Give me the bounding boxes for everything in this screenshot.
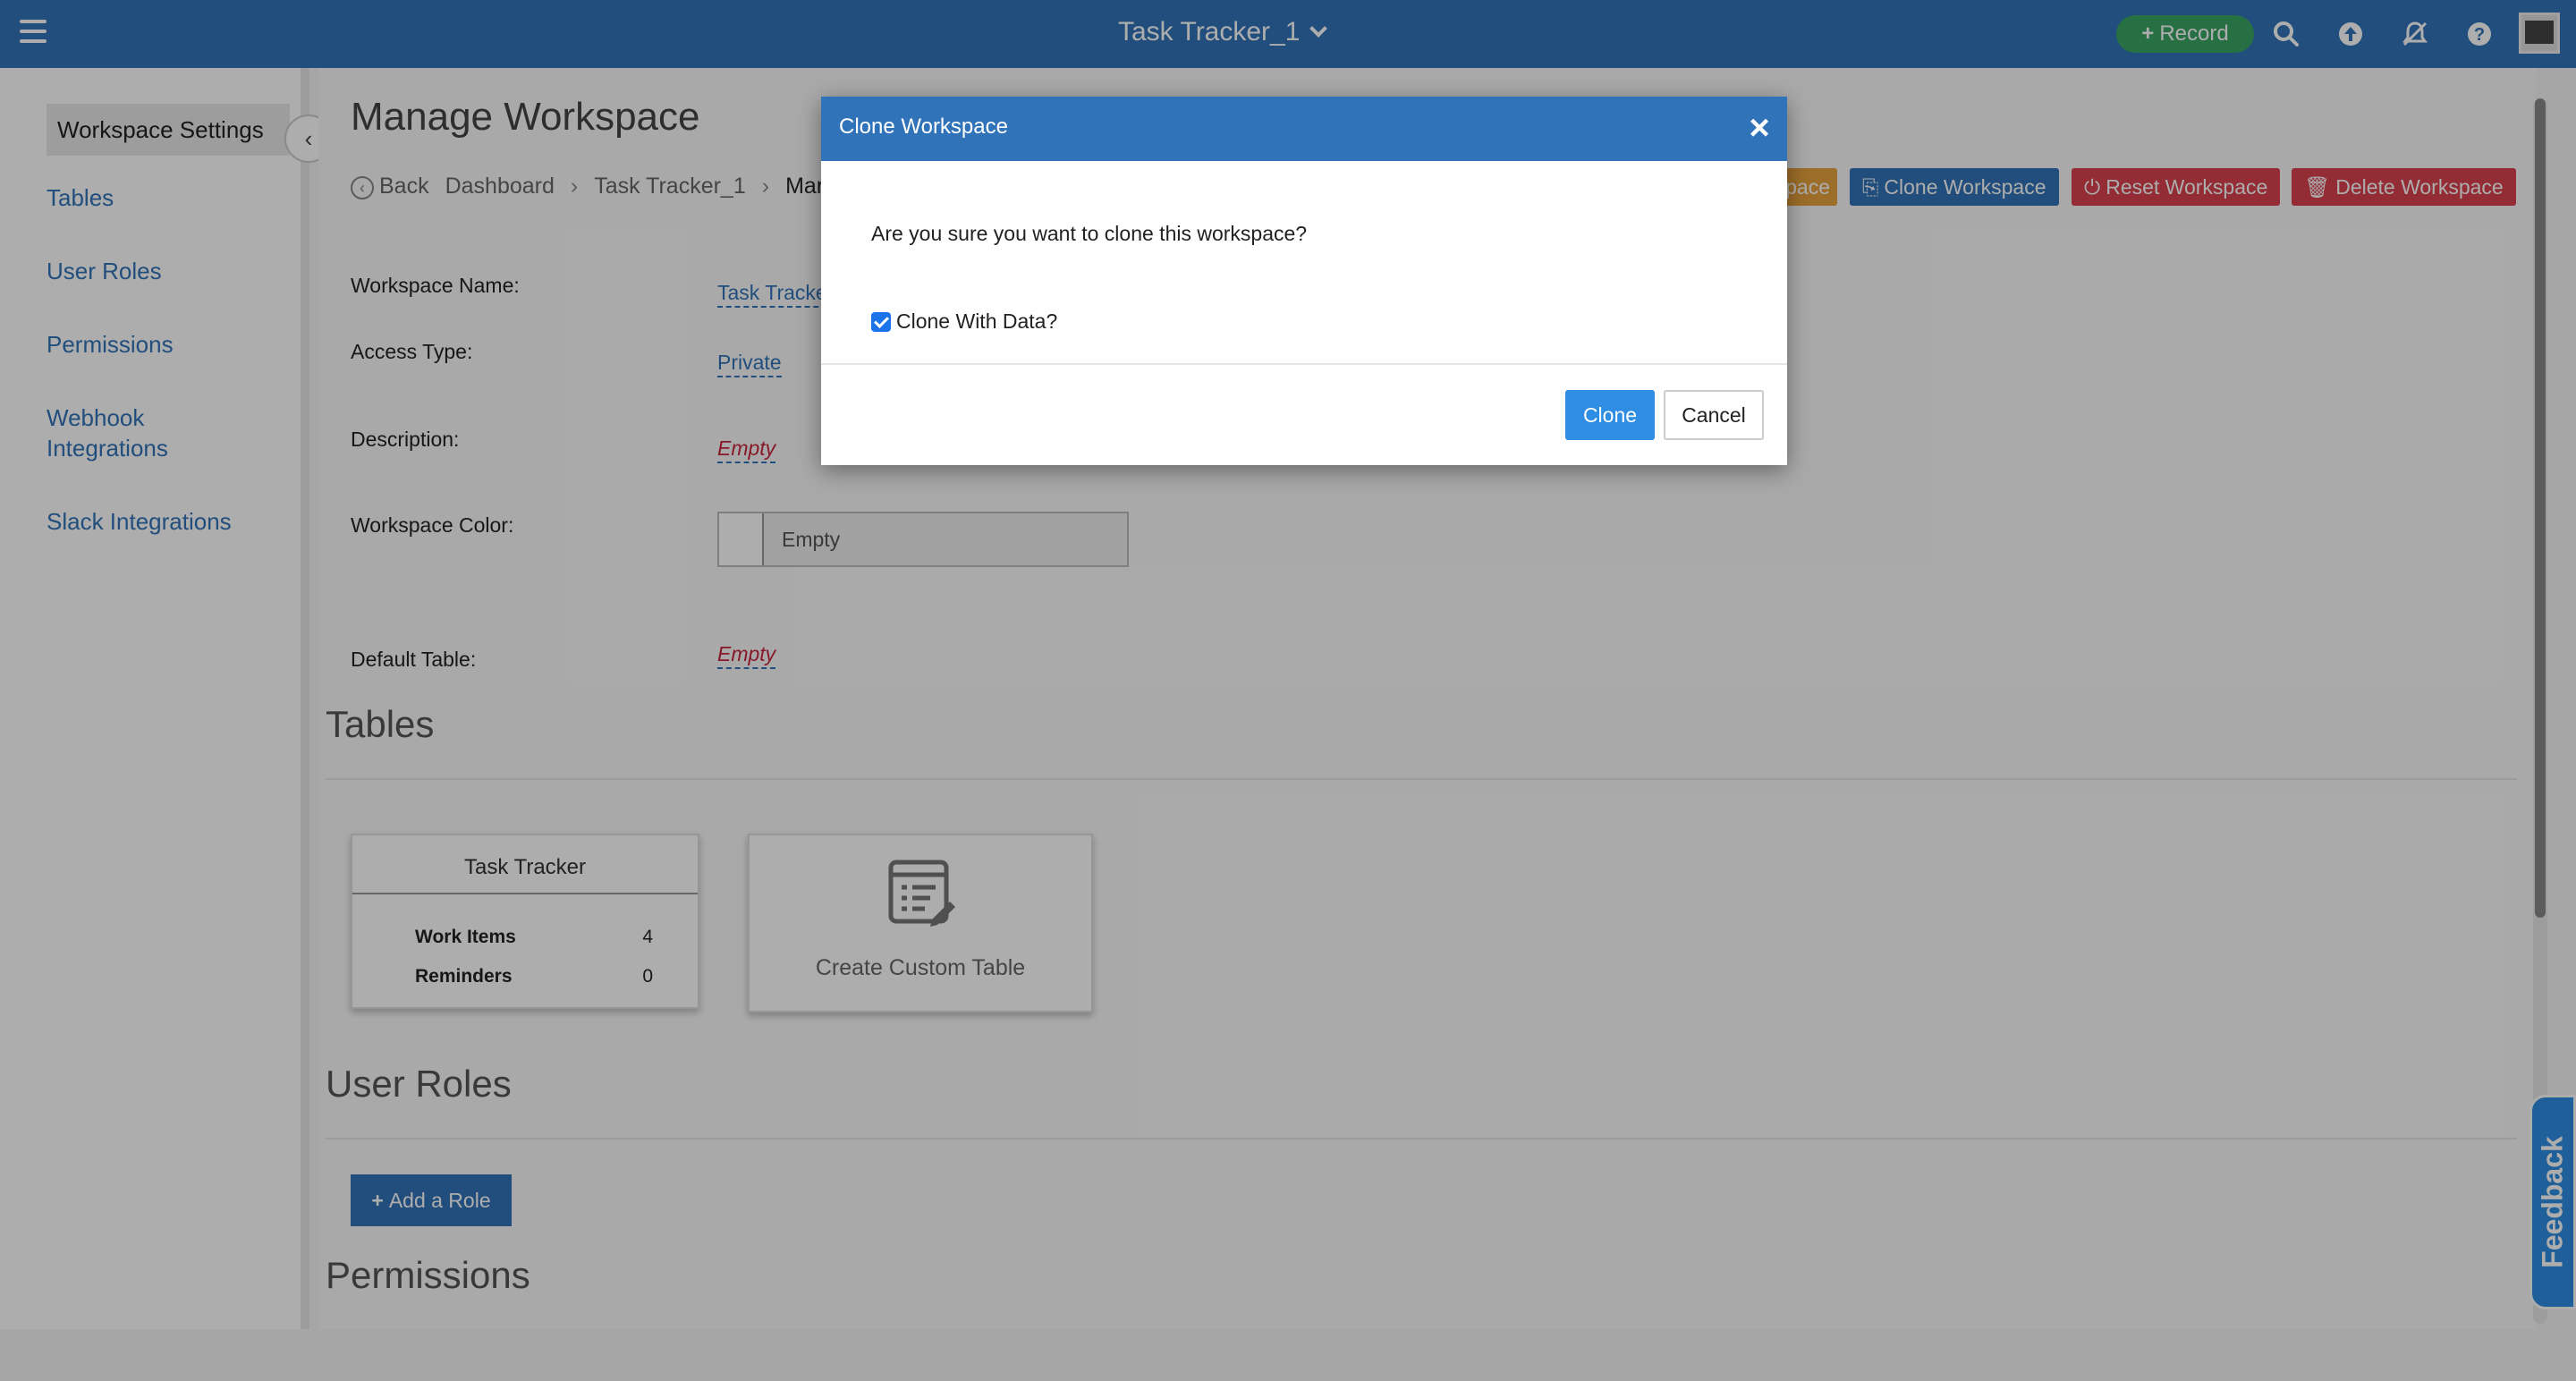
- dialog-title: Clone Workspace: [839, 114, 1008, 139]
- dialog-question: Are you sure you want to clone this work…: [871, 222, 1308, 245]
- clone-workspace-dialog: Clone Workspace × Are you sure you want …: [821, 97, 1787, 465]
- dialog-divider: [821, 363, 1787, 365]
- dialog-header: Clone Workspace ×: [821, 97, 1787, 161]
- clone-with-data-label[interactable]: Clone With Data?: [896, 309, 1057, 334]
- cancel-button[interactable]: Cancel: [1664, 390, 1764, 440]
- clone-with-data-checkbox[interactable]: [871, 311, 891, 332]
- close-icon[interactable]: ×: [1744, 110, 1775, 146]
- clone-button[interactable]: Clone: [1565, 390, 1655, 440]
- clone-with-data-option: Clone With Data?: [871, 309, 1057, 334]
